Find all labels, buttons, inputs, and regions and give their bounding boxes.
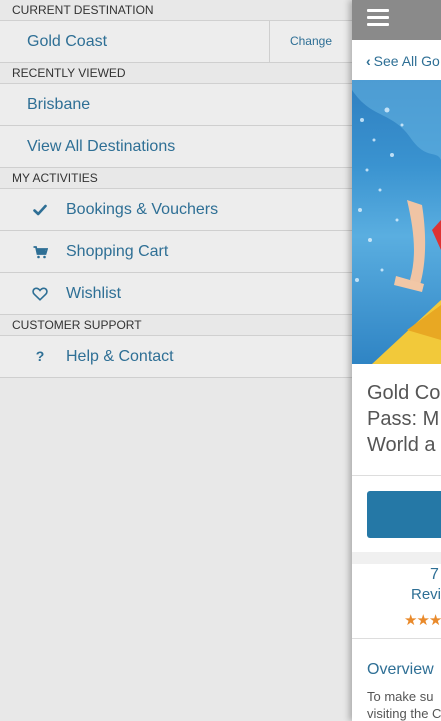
menu-item-label: Shopping Cart: [66, 243, 169, 260]
menu-item-help-contact[interactable]: ? Help & Contact: [0, 336, 352, 378]
product-title-line: World a: [367, 434, 436, 456]
reviews-count[interactable]: 7: [430, 566, 439, 584]
view-all-destinations-label: View All Destinations: [27, 138, 176, 155]
question-icon: ?: [35, 348, 45, 364]
cart-icon: [30, 231, 50, 272]
chevron-left-icon: ‹: [366, 53, 371, 69]
see-all-label: See All Go: [373, 53, 440, 69]
menu-item-wishlist[interactable]: Wishlist: [0, 273, 352, 315]
heart-icon: [30, 273, 50, 314]
current-destination-value: Gold Coast: [27, 33, 108, 50]
overview-text: To make su visiting the C: [367, 688, 441, 721]
recent-item-label: Brisbane: [27, 96, 91, 113]
menu-item-shopping-cart[interactable]: Shopping Cart: [0, 231, 352, 273]
see-all-link[interactable]: ‹ See All Go: [366, 53, 440, 69]
page-preview-panel[interactable]: ‹ See All Go Gold Co Pass: M World a 7 Re…: [352, 0, 441, 721]
rating-stars: ★★★: [404, 612, 441, 629]
overview-text-line: To make su: [367, 689, 434, 704]
divider-band: [352, 552, 441, 564]
overview-text-line: visiting the C: [367, 706, 441, 721]
section-heading-my-activities: MY ACTIVITIES: [0, 168, 352, 189]
change-destination-button[interactable]: Change: [269, 21, 352, 62]
book-now-button[interactable]: [367, 491, 441, 538]
reviews-link[interactable]: Revi: [411, 586, 441, 603]
section-heading-current-destination: CURRENT DESTINATION: [0, 0, 352, 21]
current-destination-row[interactable]: Gold Coast Change: [0, 21, 352, 63]
menu-item-label: Wishlist: [66, 285, 122, 302]
divider: [352, 638, 441, 639]
top-bar: [352, 0, 441, 40]
product-title: Gold Co Pass: M World a: [367, 380, 441, 458]
product-title-line: Gold Co: [367, 382, 441, 404]
hero-image: [352, 80, 441, 364]
hamburger-menu-icon[interactable]: [367, 9, 389, 30]
side-menu: CURRENT DESTINATION Gold Coast Change RE…: [0, 0, 352, 721]
view-all-destinations-link[interactable]: View All Destinations: [0, 126, 352, 168]
section-heading-recently-viewed: RECENTLY VIEWED: [0, 63, 352, 84]
product-title-line: Pass: M: [367, 408, 440, 430]
menu-item-bookings-vouchers[interactable]: Bookings & Vouchers: [0, 189, 352, 231]
recent-item-brisbane[interactable]: Brisbane: [0, 84, 352, 126]
divider: [352, 475, 441, 476]
section-heading-customer-support: CUSTOMER SUPPORT: [0, 315, 352, 336]
menu-item-label: Help & Contact: [66, 348, 174, 365]
overview-tab[interactable]: Overview: [367, 661, 434, 679]
check-icon: [30, 189, 50, 230]
